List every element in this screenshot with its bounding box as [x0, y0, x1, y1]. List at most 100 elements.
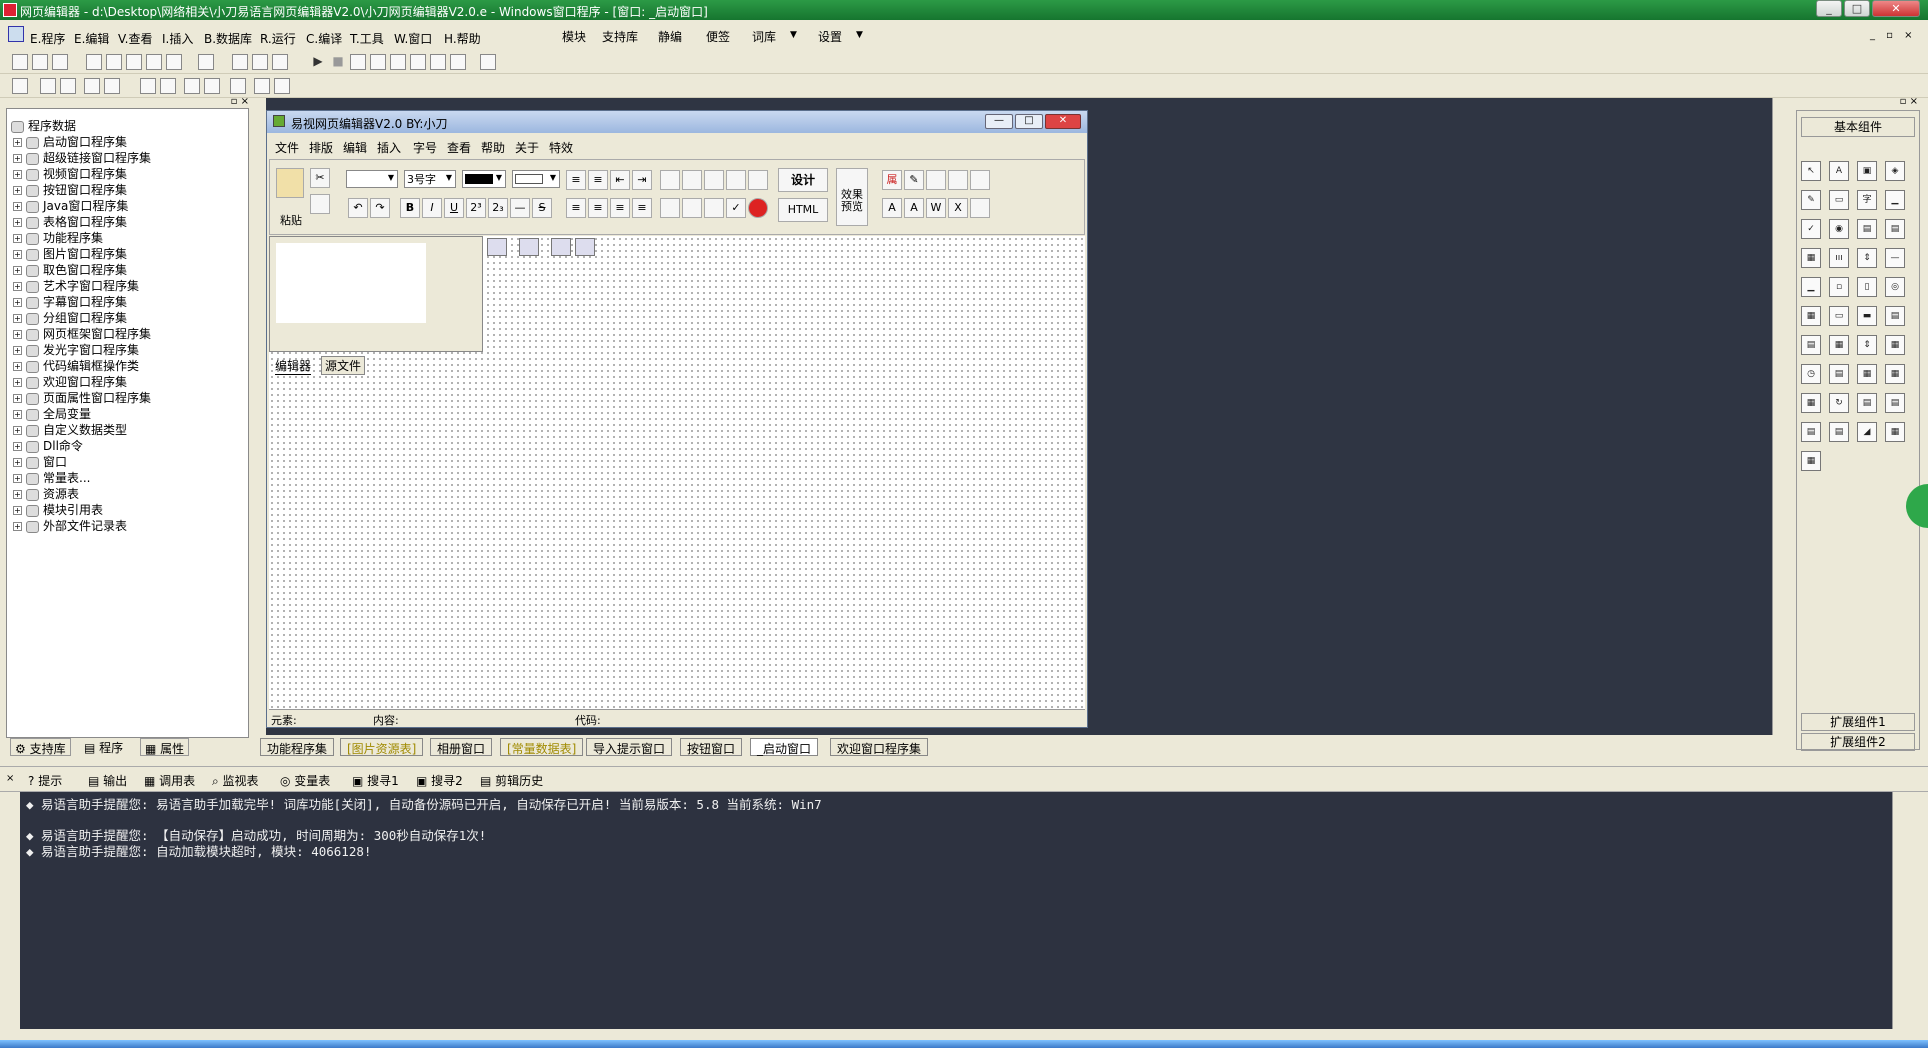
menu-support-lib[interactable]: 支持库	[602, 28, 638, 45]
center-vertical-icon[interactable]	[160, 78, 176, 94]
menu-static-compile[interactable]: 静编	[658, 28, 682, 45]
unordered-list-icon[interactable]: ≡	[588, 170, 608, 190]
new-file-icon[interactable]	[12, 54, 28, 70]
component-tool-icon[interactable]: ▫	[1829, 277, 1849, 297]
expand-icon[interactable]: +	[13, 202, 22, 211]
tree-item[interactable]: + 视频窗口程序集	[13, 165, 127, 182]
tree-root[interactable]: 程序数据	[11, 117, 76, 134]
back-color-select[interactable]: ▼	[512, 170, 560, 188]
save-icon[interactable]	[52, 54, 68, 70]
component-tool-icon[interactable]: ▤	[1885, 306, 1905, 326]
expand-icon[interactable]: +	[13, 474, 22, 483]
close-button[interactable]: ✕	[1872, 0, 1920, 17]
insert-checkbox-icon[interactable]: ✓	[726, 198, 746, 218]
component-tool-icon[interactable]: ✎	[1801, 190, 1821, 210]
component-tool-icon[interactable]: ⇕	[1857, 248, 1877, 268]
form-menu-item[interactable]: 帮助	[481, 139, 505, 156]
attr-icon[interactable]: 属	[882, 170, 902, 190]
layout2-icon[interactable]	[252, 54, 268, 70]
center-horizontal-icon[interactable]	[140, 78, 156, 94]
italic-icon[interactable]: I	[422, 198, 442, 218]
menu-edit[interactable]: E.编辑	[74, 30, 109, 47]
expand-icon[interactable]: +	[13, 282, 22, 291]
refresh-icon[interactable]	[948, 170, 968, 190]
expand-icon[interactable]: +	[13, 362, 22, 371]
tree-item[interactable]: + 分组窗口程序集	[13, 309, 127, 326]
insert-frame-icon[interactable]	[748, 170, 768, 190]
ordered-list-icon[interactable]: ≡	[566, 170, 586, 190]
component-tool-icon[interactable]: ▣	[1857, 161, 1877, 181]
step-into-icon[interactable]	[350, 54, 366, 70]
font-art-icon[interactable]: A	[882, 198, 902, 218]
expand-icon[interactable]: +	[13, 154, 22, 163]
tree-item[interactable]: + 页面属性窗口程序集	[13, 389, 151, 406]
underline-icon[interactable]: U	[444, 198, 464, 218]
form-minimize-icon[interactable]: —	[985, 114, 1013, 129]
html-button[interactable]: HTML	[778, 198, 828, 222]
tree-item[interactable]: + 艺术字窗口程序集	[13, 277, 139, 294]
component-tool-icon[interactable]: ▦	[1801, 248, 1821, 268]
component-tool-icon[interactable]: —	[1885, 248, 1905, 268]
tree-item[interactable]: + 网页框架窗口程序集	[13, 325, 151, 342]
output-panel[interactable]: ◆ 易语言助手提醒您: 易语言助手加载完毕! 词库功能[关闭], 自动备份源码已…	[20, 792, 1892, 1029]
align-right-text-icon[interactable]: ≡	[610, 198, 630, 218]
word-icon[interactable]: W	[926, 198, 946, 218]
component-tool-icon[interactable]: 字	[1857, 190, 1877, 210]
tab-properties[interactable]: ▦ 属性	[140, 738, 190, 756]
same-size-icon[interactable]	[274, 78, 290, 94]
component-tool-icon[interactable]: ↖	[1801, 161, 1821, 181]
expand-icon[interactable]: +	[13, 442, 22, 451]
component-tool-icon[interactable]: ııı	[1829, 248, 1849, 268]
paste-label[interactable]: 粘贴	[280, 212, 302, 228]
expand-icon[interactable]: +	[13, 298, 22, 307]
step-out-icon[interactable]	[390, 54, 406, 70]
paste-icon[interactable]	[126, 54, 142, 70]
component-tool-icon[interactable]: ▦	[1885, 335, 1905, 355]
tree-item[interactable]: + 超级链接窗口程序集	[13, 149, 151, 166]
output-tab[interactable]: ▣ 搜寻2	[416, 772, 463, 789]
component-tool-icon[interactable]: ▬	[1857, 306, 1877, 326]
open-file-icon[interactable]	[32, 54, 48, 70]
menu-insert[interactable]: I.插入	[162, 30, 193, 47]
component-tool-icon[interactable]: ◢	[1857, 422, 1877, 442]
insert-link-icon[interactable]	[682, 170, 702, 190]
component-tool-icon[interactable]: ▭	[1829, 306, 1849, 326]
component-tool-icon[interactable]: ▤	[1885, 219, 1905, 239]
ext-components-1[interactable]: 扩展组件1	[1801, 713, 1915, 731]
component-tool-icon[interactable]: ▦	[1801, 451, 1821, 471]
redo-icon[interactable]	[166, 54, 182, 70]
component-tool-icon[interactable]: ▦	[1885, 364, 1905, 384]
align-bottom-icon[interactable]	[104, 78, 120, 94]
expand-icon[interactable]: +	[13, 458, 22, 467]
tree-item[interactable]: + 表格窗口程序集	[13, 213, 127, 230]
form-menu-item[interactable]: 文件	[275, 139, 299, 156]
layout3-icon[interactable]	[272, 54, 288, 70]
tree-item[interactable]: + 外部文件记录表	[13, 517, 127, 534]
menu-window[interactable]: W.窗口	[394, 30, 432, 47]
tab-program[interactable]: ▤ 程序	[80, 738, 128, 756]
hand-icon[interactable]	[450, 54, 466, 70]
font-size-select[interactable]: 3号字 ▼	[404, 170, 456, 188]
component-tool-icon[interactable]: ↻	[1829, 393, 1849, 413]
excel-icon[interactable]: X	[948, 198, 968, 218]
expand-icon[interactable]: +	[13, 426, 22, 435]
tree-item[interactable]: + 代码编辑框操作类	[13, 357, 139, 374]
tree-item[interactable]: + 欢迎窗口程序集	[13, 373, 127, 390]
component-tool-icon[interactable]: A	[1829, 161, 1849, 181]
component-tool-icon[interactable]: ▦	[1801, 306, 1821, 326]
component-tool-icon[interactable]: ▤	[1829, 364, 1849, 384]
align-right-icon[interactable]	[60, 78, 76, 94]
form-component-3-icon[interactable]	[551, 238, 571, 256]
same-width-icon[interactable]	[230, 78, 246, 94]
mdi-controls-icon[interactable]: _ ▫ ×	[1870, 30, 1917, 41]
outdent-icon[interactable]: ⇤	[610, 170, 630, 190]
menu-database[interactable]: B.数据库	[204, 30, 252, 47]
component-tool-icon[interactable]: ◎	[1885, 277, 1905, 297]
run-to-cursor-icon[interactable]	[410, 54, 426, 70]
form-menu-item[interactable]: 特效	[549, 139, 573, 156]
restore-button[interactable]: □	[1844, 0, 1870, 17]
align-left-icon[interactable]	[40, 78, 56, 94]
expand-icon[interactable]: +	[13, 522, 22, 531]
component-tool-icon[interactable]: ◈	[1885, 161, 1905, 181]
menu-lexicon[interactable]: 词库	[752, 28, 776, 45]
